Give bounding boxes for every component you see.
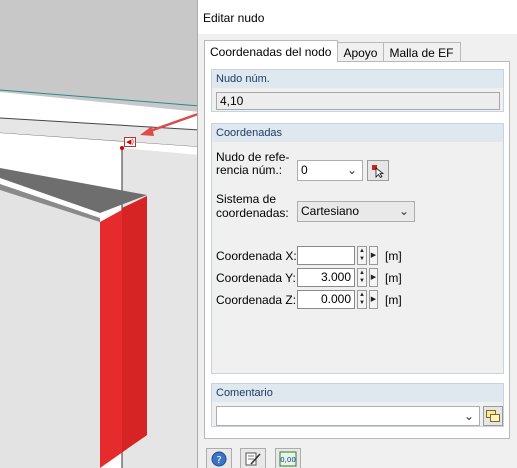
node-number-header: Nudo núm. xyxy=(212,70,503,88)
tab-node-coordinates[interactable]: Coordenadas del nodo xyxy=(204,40,339,62)
spin-up-icon[interactable]: ▲ xyxy=(358,291,366,299)
chevron-down-icon: ⌄ xyxy=(463,409,474,423)
coord-y-unit: [m] xyxy=(385,271,402,285)
coord-x-unit: [m] xyxy=(385,249,402,263)
coord-y-label: Coordenada Y: xyxy=(216,271,296,285)
cursor-pick-icon xyxy=(372,164,385,178)
units-button[interactable]: 0,00 xyxy=(275,448,301,468)
chevron-down-icon: ⌄ xyxy=(346,163,357,177)
chevron-down-icon: ⌄ xyxy=(398,204,409,218)
node-number-group: Nudo núm. 4,10 xyxy=(211,69,504,112)
tab-support[interactable]: Apoyo xyxy=(337,42,385,62)
units-icon: 0,00 xyxy=(279,451,297,467)
comment-group: Comentario ⌄ xyxy=(211,383,504,427)
node-label-tag[interactable]: ◀) xyxy=(124,137,136,147)
coordinate-system-label-line1: Sistema de xyxy=(216,192,277,206)
coord-z-input[interactable]: 0.000 xyxy=(297,290,355,309)
reference-node-label-line2: rencia núm.: xyxy=(216,163,283,177)
tab-fe-mesh[interactable]: Malla de EF xyxy=(383,42,461,62)
spin-down-icon[interactable]: ▼ xyxy=(358,299,366,307)
comment-header: Comentario xyxy=(212,384,503,402)
comment-library-button[interactable] xyxy=(483,406,503,426)
coord-y-menu-button[interactable]: ▶ xyxy=(369,268,378,287)
coord-z-unit: [m] xyxy=(385,293,402,307)
units-text: 0,00 xyxy=(280,456,296,464)
coordinates-header: Coordenadas xyxy=(212,124,503,142)
comment-library-icon xyxy=(486,410,500,422)
tab-panel: Nudo núm. 4,10 Coordenadas Nudo de refe-… xyxy=(204,61,510,439)
coordinates-group: Coordenadas Nudo de refe- rencia núm.: 0… xyxy=(211,123,504,374)
coord-z-menu-button[interactable]: ▶ xyxy=(369,290,378,309)
svg-text:?: ? xyxy=(216,455,221,466)
help-button[interactable]: ? xyxy=(206,448,232,468)
coord-x-menu-button[interactable]: ▶ xyxy=(369,246,378,265)
help-icon: ? xyxy=(211,451,227,467)
coordinate-system-label-line2: coordenadas: xyxy=(216,206,289,220)
reference-node-label-line1: Nudo de refe- xyxy=(216,150,290,164)
dialog-title: Editar nudo xyxy=(198,0,517,34)
coord-x-input[interactable] xyxy=(297,246,355,265)
reference-node-value: 0 xyxy=(301,163,308,177)
coordinate-system-select[interactable]: Cartesiano ⌄ xyxy=(297,201,415,222)
coord-z-label: Coordenada Z: xyxy=(216,293,297,307)
edit-button[interactable] xyxy=(240,448,266,468)
edit-node-dialog: Editar nudo Coordenadas del nodo Apoyo M… xyxy=(197,0,517,468)
model-viewport[interactable]: ◀) xyxy=(0,0,200,468)
model-drawing xyxy=(0,0,200,468)
spin-down-icon[interactable]: ▼ xyxy=(358,277,366,285)
edit-icon xyxy=(245,452,261,466)
spin-down-icon[interactable]: ▼ xyxy=(358,255,366,263)
coord-z-spinner[interactable]: ▲ ▼ xyxy=(357,290,367,309)
coord-x-label: Coordenada X: xyxy=(216,249,297,263)
reference-node-select[interactable]: 0 ⌄ xyxy=(297,160,363,181)
spin-up-icon[interactable]: ▲ xyxy=(358,247,366,255)
coord-y-spinner[interactable]: ▲ ▼ xyxy=(357,268,367,287)
comment-input[interactable]: ⌄ xyxy=(216,406,480,426)
pick-node-button[interactable] xyxy=(367,160,389,181)
node-number-field: 4,10 xyxy=(216,92,500,110)
coordinate-system-value: Cartesiano xyxy=(301,204,360,218)
tab-bar: Coordenadas del nodo Apoyo Malla de EF xyxy=(204,40,461,62)
spin-up-icon[interactable]: ▲ xyxy=(358,269,366,277)
coord-x-spinner[interactable]: ▲ ▼ xyxy=(357,246,367,265)
coord-y-input[interactable]: 3.000 xyxy=(297,268,355,287)
